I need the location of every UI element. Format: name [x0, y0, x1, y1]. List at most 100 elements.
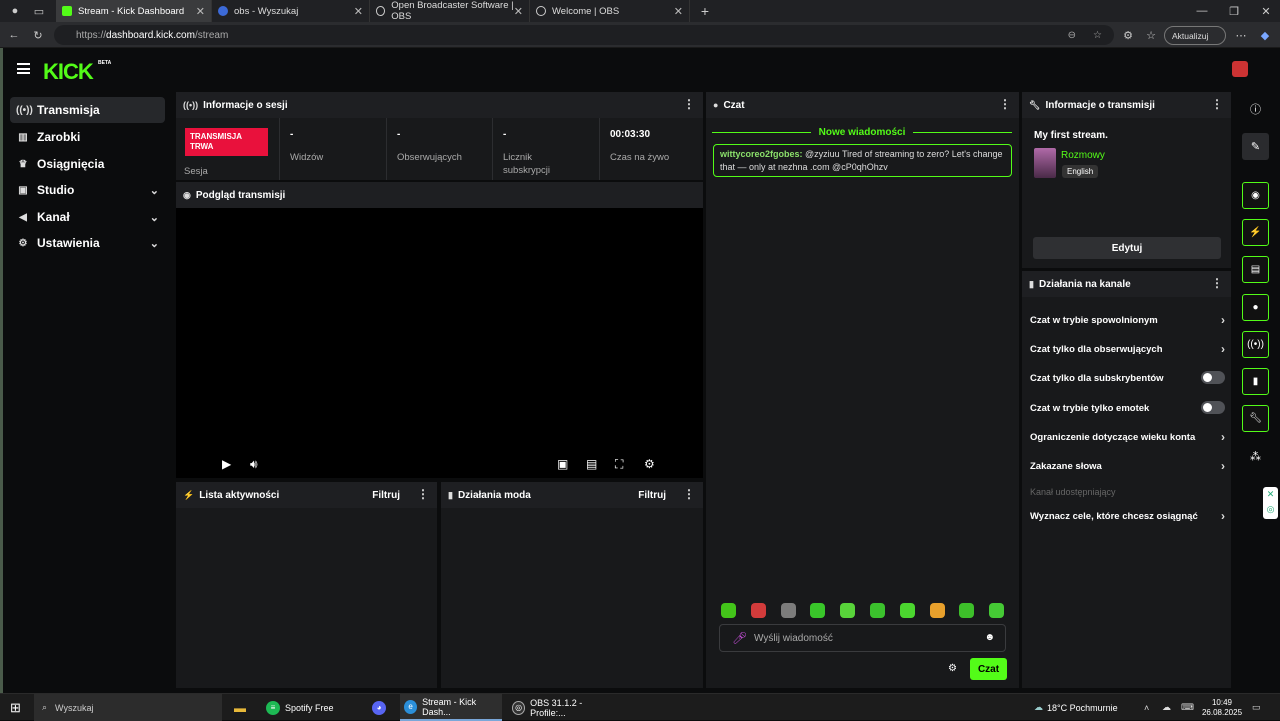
edit-pencil-icon[interactable]: ✎: [1242, 133, 1269, 160]
emote-icon[interactable]: [810, 603, 826, 618]
new-messages-divider[interactable]: Nowe wiadomości: [712, 126, 1012, 138]
tray-chevron-icon[interactable]: ˄: [1144, 694, 1149, 721]
back-icon[interactable]: ←: [6, 26, 22, 44]
collections-icon[interactable]: ☆: [1143, 26, 1159, 44]
more-options-icon[interactable]: ⋮: [683, 98, 695, 110]
microphone-icon[interactable]: 🎤︎: [732, 631, 747, 645]
tab-obs-search[interactable]: obs - Wyszukaj ✕: [212, 0, 370, 22]
chat-widget-icon[interactable]: ●: [1242, 294, 1269, 321]
workspaces-icon[interactable]: ▭: [30, 2, 48, 20]
goals-row[interactable]: Wyznacz cele, które chcesz osiągnąć ›: [1030, 509, 1225, 523]
taskbar-search-input[interactable]: ⌕ Wyszukaj: [34, 694, 222, 721]
chat-message[interactable]: wittycoreo2fgobes: @zyziuu Tired of stre…: [713, 144, 1012, 177]
taskbar-discord[interactable]: ◕: [372, 694, 391, 721]
wrench-widget-icon[interactable]: 🔧︎: [1242, 405, 1269, 432]
preview-widget-icon[interactable]: ◉: [1242, 182, 1269, 209]
more-widgets-icon[interactable]: ⁂: [1242, 443, 1269, 470]
copilot-icon[interactable]: ◆: [1257, 26, 1273, 44]
tab-stream-kick-dashboard[interactable]: Stream - Kick Dashboard ✕: [56, 0, 212, 22]
mod-widget-icon[interactable]: ▮: [1242, 368, 1269, 395]
emote-icon[interactable]: [870, 603, 885, 618]
weather-widget[interactable]: ☁ 18°C Pochmurnie: [1034, 694, 1118, 721]
file-explorer-icon[interactable]: ▬: [234, 694, 246, 721]
play-icon[interactable]: ▶: [222, 457, 231, 471]
pip-icon[interactable]: ▣: [557, 457, 568, 471]
notifications-icon[interactable]: ▭: [1252, 694, 1261, 721]
taskbar-spotify[interactable]: ≡ Spotify Free: [262, 694, 358, 721]
sidebar-item-ustawienia[interactable]: ⚙ Ustawienia ⌄: [10, 230, 165, 256]
url-input[interactable]: https://dashboard.kick.com/stream ⊖ ☆: [54, 25, 1114, 45]
tab-obs-site[interactable]: Open Broadcaster Software | OBS ✕: [370, 0, 530, 22]
favorite-star-icon[interactable]: ☆: [1093, 30, 1102, 41]
more-menu-icon[interactable]: ⋯: [1233, 26, 1249, 44]
volume-icon[interactable]: 🔊︎: [250, 457, 258, 472]
chat-message-input[interactable]: 🎤︎ Wyślij wiadomość ☻: [719, 624, 1006, 652]
category-link[interactable]: Rozmowy: [1061, 150, 1105, 161]
close-tab-icon[interactable]: ✕: [196, 5, 205, 18]
emoji-icon[interactable]: ☻: [984, 632, 995, 643]
maximize-icon[interactable]: ❐: [1218, 0, 1250, 22]
close-tab-icon[interactable]: ✕: [354, 5, 363, 18]
emote-icon[interactable]: [840, 603, 856, 618]
emote-icon[interactable]: [929, 603, 945, 618]
subscribers-only-toggle[interactable]: [1201, 371, 1225, 384]
filter-button[interactable]: Filtruj: [638, 490, 666, 501]
info-icon[interactable]: ⓘ: [1242, 95, 1269, 122]
taskbar-obs[interactable]: ◎ OBS 31.1.2 - Profile:...: [508, 694, 614, 721]
extensions-icon[interactable]: ⚙: [1120, 26, 1136, 44]
banned-words-row[interactable]: Zakazane słowa ›: [1030, 459, 1225, 473]
emote-icon[interactable]: [989, 603, 1005, 618]
close-tab-icon[interactable]: ✕: [674, 5, 683, 18]
send-chat-button[interactable]: Czat: [970, 658, 1007, 680]
sidebar-item-studio[interactable]: ▣ Studio ⌄: [10, 177, 165, 203]
emote-icon[interactable]: [721, 603, 736, 618]
side-extension-icon[interactable]: ✕ ◎: [1263, 487, 1278, 519]
sidebar-item-osiagniecia[interactable]: ♛ Osiągnięcia: [10, 151, 165, 177]
windows-start-icon[interactable]: ⊞: [10, 694, 21, 721]
chat-settings-icon[interactable]: ⚙: [948, 663, 957, 674]
more-options-icon[interactable]: ⋮: [1211, 277, 1223, 289]
settings-gear-icon[interactable]: ⚙: [644, 457, 655, 471]
filter-button[interactable]: Filtruj: [372, 490, 400, 501]
new-tab-icon[interactable]: +: [696, 2, 714, 20]
emote-icon[interactable]: [750, 603, 766, 618]
sidebar-item-kanal[interactable]: ◀ Kanał ⌄: [10, 204, 165, 230]
followers-only-row[interactable]: Czat tylko dla obserwujących ›: [1030, 342, 1225, 356]
hamburger-menu-icon[interactable]: [17, 63, 30, 74]
close-tab-icon[interactable]: ✕: [514, 5, 523, 18]
stream-preview-video[interactable]: ▶ 🔊︎ ▣ ▤ ⛶ ⚙: [176, 208, 703, 478]
taskbar-edge[interactable]: e Stream - Kick Dash...: [400, 694, 502, 721]
profile-icon[interactable]: ●: [6, 2, 24, 20]
reader-icon[interactable]: ⊖: [1068, 30, 1076, 41]
emote-icon[interactable]: [899, 603, 915, 618]
slow-mode-row[interactable]: Czat w trybie spowolnionym ›: [1030, 313, 1225, 327]
edit-button[interactable]: Edytuj: [1033, 237, 1221, 259]
keyboard-icon[interactable]: ⌨: [1181, 694, 1194, 721]
theater-mode-icon[interactable]: ▤: [586, 457, 597, 471]
viewers-stat: - Widzów: [279, 118, 386, 180]
kick-logo[interactable]: KICK: [43, 59, 94, 85]
emote-icon[interactable]: [780, 603, 796, 618]
broadcast-widget-icon[interactable]: ((•)): [1242, 331, 1269, 358]
avatar[interactable]: [1232, 61, 1248, 77]
emote-only-toggle[interactable]: [1201, 401, 1225, 414]
minimize-icon[interactable]: —: [1186, 0, 1218, 22]
more-options-icon[interactable]: ⋮: [683, 488, 695, 500]
sidebar-item-zarobki[interactable]: ▥ Zarobki: [10, 124, 165, 150]
reload-icon[interactable]: ↻: [30, 26, 46, 44]
update-button[interactable]: Aktualizuj: [1164, 26, 1226, 45]
tab-welcome-obs[interactable]: Welcome | OBS ✕: [530, 0, 690, 22]
more-options-icon[interactable]: ⋮: [1211, 98, 1223, 110]
chat-message-username[interactable]: wittycoreo2fgobes:: [720, 149, 803, 159]
fullscreen-icon[interactable]: ⛶: [615, 457, 623, 472]
lightning-widget-icon[interactable]: ⚡: [1242, 219, 1269, 246]
sidebar-item-transmisja[interactable]: ((•)) Transmisja: [10, 97, 165, 123]
document-widget-icon[interactable]: ▤: [1242, 256, 1269, 283]
more-options-icon[interactable]: ⋮: [999, 98, 1011, 110]
clock[interactable]: 10:49 26.08.2025: [1202, 694, 1242, 721]
more-options-icon[interactable]: ⋮: [417, 488, 429, 500]
cloud-sync-icon[interactable]: ☁: [1162, 694, 1171, 721]
emote-icon[interactable]: [959, 603, 975, 618]
account-age-row[interactable]: Ograniczenie dotyczące wieku konta ›: [1030, 430, 1225, 444]
close-window-icon[interactable]: ✕: [1250, 0, 1280, 22]
